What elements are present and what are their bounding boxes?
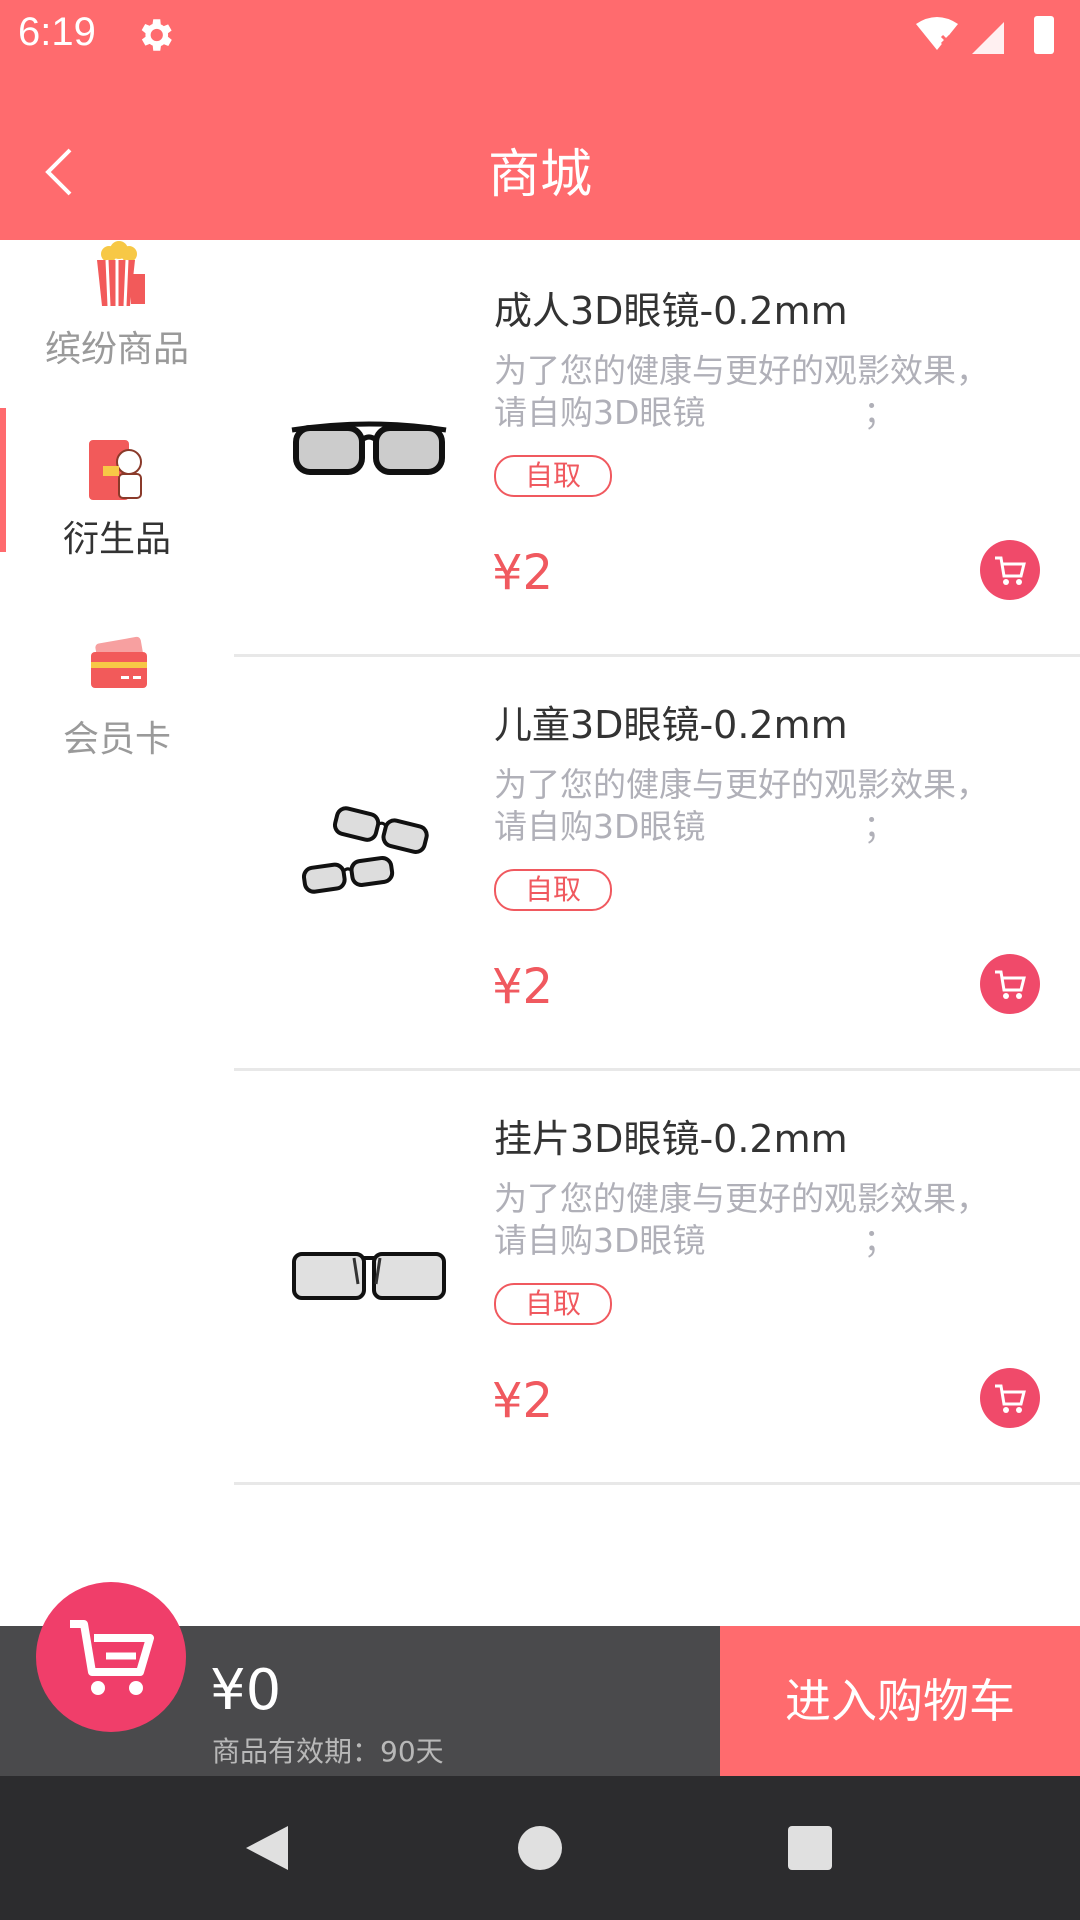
wifi-icon [916, 17, 958, 50]
go-to-cart-button[interactable]: 进入购物车 [720, 1626, 1080, 1776]
product-name: 儿童3D眼镜-0.2mm [494, 703, 848, 747]
nav-home-icon[interactable] [512, 1820, 568, 1876]
pickup-tag: 自取 [494, 1283, 612, 1325]
status-time: 6:19 [18, 10, 96, 54]
pickup-tag: 自取 [494, 455, 612, 497]
product-card[interactable]: 挂片3D眼镜-0.2mm 为了您的健康与更好的观影效果， 请自购3D眼镜； 自取… [234, 1068, 1080, 1485]
product-description: 为了您的健康与更好的观影效果， 请自购3D眼镜； [494, 351, 989, 432]
cart-icon [995, 1384, 1026, 1413]
product-description: 为了您的健康与更好的观影效果， 请自购3D眼镜； [494, 1179, 989, 1260]
kids-3d-glasses-image [301, 806, 429, 894]
category-sidebar: 缤纷商品 衍生品 会员卡 [0, 240, 234, 1626]
member-card-icon [91, 636, 147, 688]
product-price: ¥2 [492, 545, 554, 601]
product-name: 成人3D眼镜-0.2mm [494, 289, 848, 333]
merchandise-icon [89, 440, 142, 500]
cell-signal-icon [972, 22, 1004, 54]
product-price: ¥2 [492, 959, 554, 1015]
battery-icon [1034, 16, 1054, 54]
cart-button[interactable] [36, 1582, 186, 1732]
app-header: 商城 [0, 72, 1080, 240]
product-card[interactable]: 儿童3D眼镜-0.2mm 为了您的健康与更好的观影效果， 请自购3D眼镜； 自取… [234, 654, 1080, 1071]
add-to-cart-button[interactable] [980, 540, 1040, 600]
system-nav-bar [0, 1776, 1080, 1920]
sidebar-item-snacks[interactable]: 缤纷商品 [0, 240, 234, 390]
cart-icon [995, 556, 1026, 585]
sidebar-item-label: 会员卡 [62, 719, 171, 760]
cart-total: ¥0 [210, 1658, 282, 1723]
product-description: 为了您的健康与更好的观影效果， 请自购3D眼镜； [494, 765, 989, 846]
cart-icon [995, 970, 1026, 999]
sidebar-item-merchandise[interactable]: 衍生品 [0, 408, 234, 580]
product-card[interactable]: 成人3D眼镜-0.2mm 为了您的健康与更好的观影效果， 请自购3D眼镜； 自取… [234, 240, 1080, 657]
shopping-cart-icon [70, 1620, 154, 1695]
add-to-cart-button[interactable] [980, 1368, 1040, 1428]
status-icons [916, 16, 1054, 54]
nav-back-icon[interactable] [238, 1820, 294, 1876]
add-to-cart-button[interactable] [980, 954, 1040, 1014]
sidebar-item-member-card[interactable]: 会员卡 [0, 630, 234, 780]
product-price: ¥2 [492, 1373, 554, 1429]
page-title: 商城 [487, 145, 592, 205]
popcorn-icon [97, 241, 145, 307]
adult-3d-glasses-image [291, 421, 447, 475]
clip-on-3d-glasses-image [292, 1252, 446, 1300]
product-name: 挂片3D眼镜-0.2mm [494, 1117, 848, 1161]
sidebar-item-label: 衍生品 [62, 519, 171, 560]
cart-validity-note: 商品有效期：90天 [212, 1735, 444, 1768]
nav-recents-icon[interactable] [782, 1820, 838, 1876]
status-bar: 6:19 [0, 0, 1080, 72]
pickup-tag: 自取 [494, 869, 612, 911]
settings-gear-icon [141, 19, 172, 51]
sidebar-item-label: 缤纷商品 [44, 329, 189, 370]
